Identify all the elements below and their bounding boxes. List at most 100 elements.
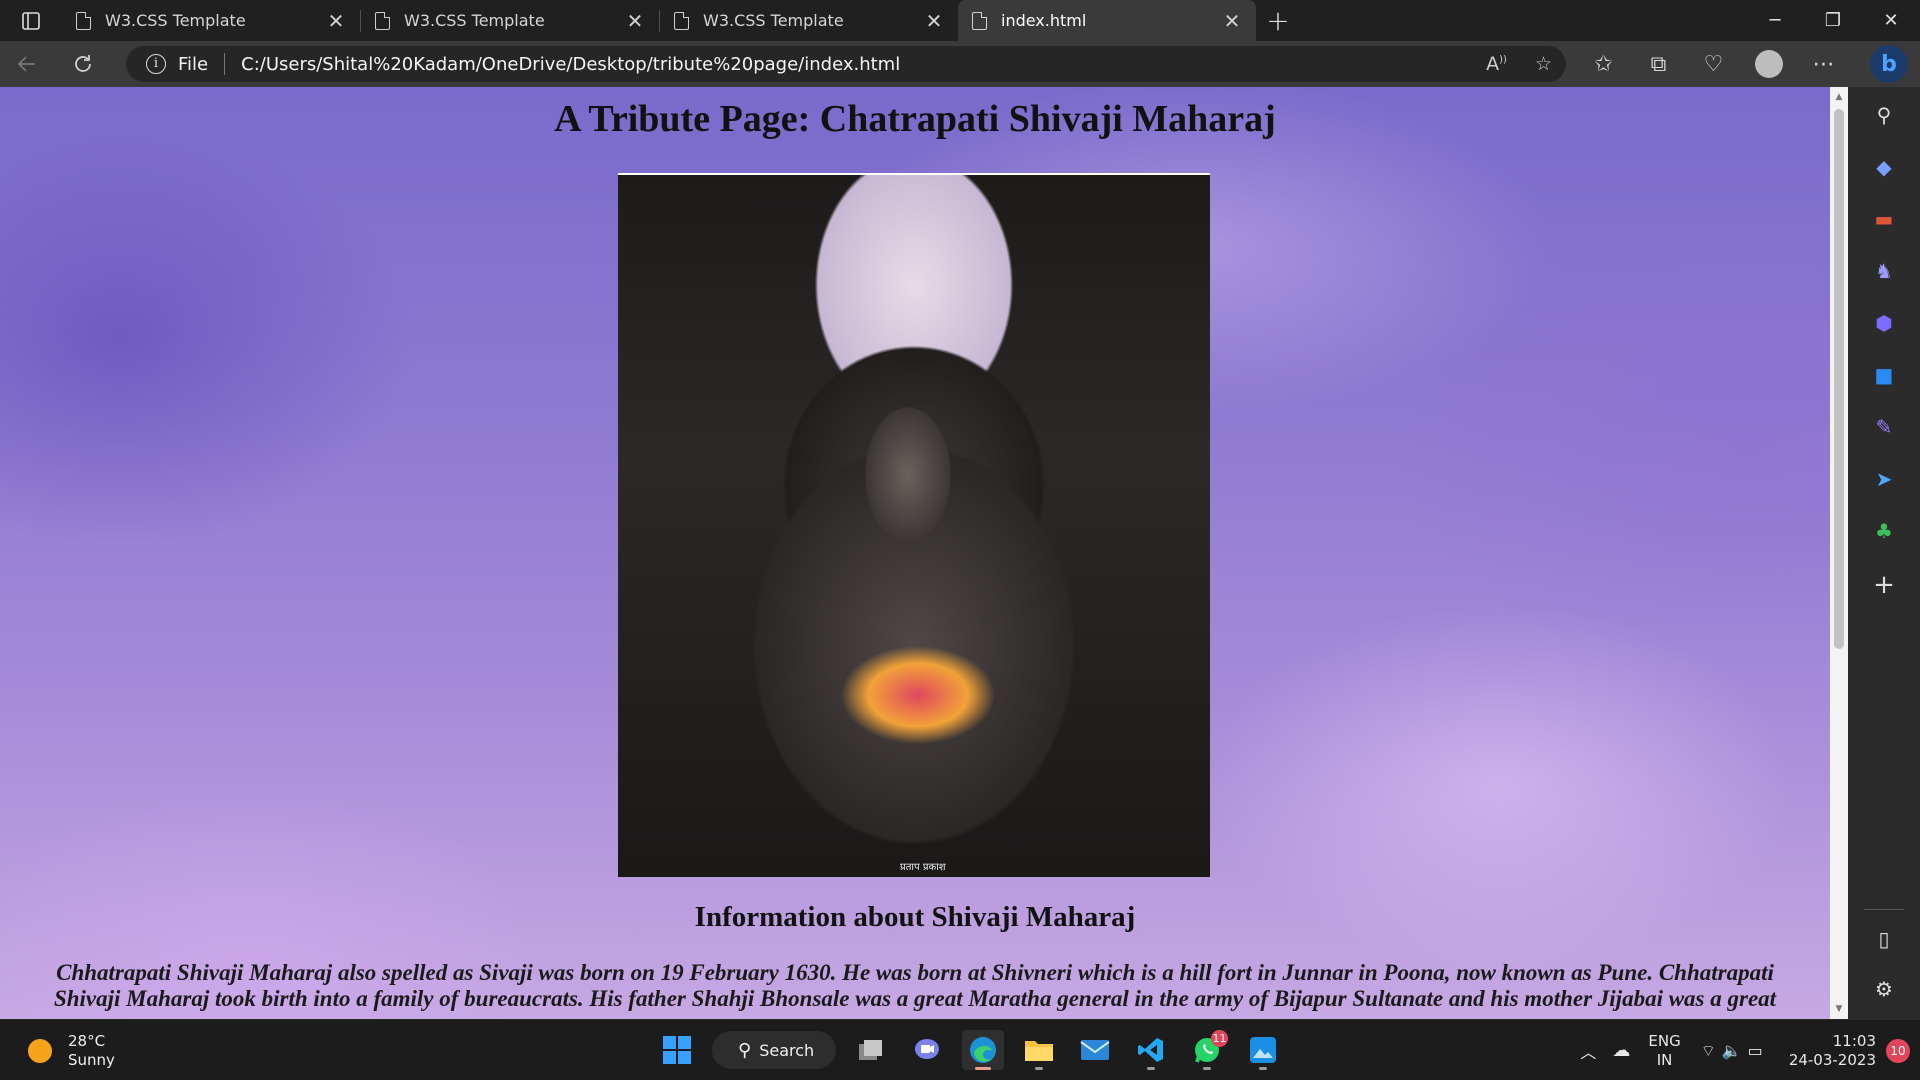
address-bar-actions: A)) ☆: [1486, 46, 1552, 82]
windows-taskbar: 28°C Sunny ⚲ Search 11 ︿ ☁ ENG IN ⌔🔈▭ 11…: [0, 1019, 1920, 1080]
language-line2: IN: [1656, 1050, 1673, 1069]
tab-close-icon[interactable]: ✕: [625, 9, 645, 33]
edge-sidebar: ⚲ ◆ ▬ ♞ ⬢ ■ ✎ ➤ ♣ + ▯ ⚙: [1848, 87, 1920, 1019]
browser-tab-4-active[interactable]: index.html ✕: [958, 0, 1256, 41]
more-menu-icon[interactable]: ⋯: [1796, 41, 1851, 87]
address-bar[interactable]: i File C:/Users/Shital%20Kadam/OneDrive/…: [126, 46, 1566, 82]
add-sidebar-app-icon[interactable]: +: [1872, 570, 1896, 600]
scroll-down-icon[interactable]: ▼: [1830, 1001, 1848, 1017]
tab-title: index.html: [1001, 11, 1087, 30]
browser-tab-1[interactable]: W3.CSS Template ✕: [62, 0, 360, 41]
address-separator: [224, 53, 226, 75]
microsoft-365-icon[interactable]: ⬢: [1872, 311, 1896, 335]
notification-count-badge[interactable]: 10: [1886, 1038, 1910, 1063]
avatar: [1754, 50, 1783, 78]
tab-title: W3.CSS Template: [105, 11, 246, 30]
taskbar-search[interactable]: ⚲ Search: [712, 1031, 836, 1069]
back-button[interactable]: [0, 41, 54, 87]
page-viewport: A Tribute Page: Chatrapati Shivaji Mahar…: [0, 87, 1830, 1019]
whatsapp-badge: 11: [1211, 1030, 1228, 1047]
games-icon[interactable]: ♞: [1872, 259, 1896, 283]
tree-icon[interactable]: ♣: [1872, 519, 1896, 543]
edge-icon: [970, 1037, 996, 1063]
profile-button[interactable]: [1741, 41, 1796, 87]
close-window-icon[interactable]: ✕: [1862, 0, 1920, 41]
browser-tab-2[interactable]: W3.CSS Template ✕: [361, 0, 659, 41]
clock[interactable]: 11:03 24-03-2023: [1789, 1032, 1876, 1070]
tab-actions-button[interactable]: [0, 0, 62, 41]
mail-icon: [1080, 1040, 1110, 1060]
start-button[interactable]: [656, 1030, 698, 1070]
photos-icon: [1250, 1037, 1276, 1063]
page-icon: [972, 11, 987, 30]
language-indicator[interactable]: ENG IN: [1648, 1032, 1680, 1070]
browser-essentials-icon[interactable]: ♡: [1686, 41, 1741, 87]
back-arrow-icon: [17, 56, 35, 72]
weather-widget[interactable]: 28°C Sunny: [28, 1032, 115, 1070]
tools-icon[interactable]: ▬: [1872, 207, 1896, 231]
settings-gear-icon[interactable]: ⚙: [1872, 977, 1896, 1001]
onedrive-cloud-icon[interactable]: ☁: [1612, 1040, 1630, 1061]
site-info-icon[interactable]: i: [146, 54, 166, 74]
weather-temperature: 28°C: [68, 1032, 106, 1050]
scrollbar-thumb[interactable]: [1834, 109, 1844, 649]
refresh-button[interactable]: [56, 41, 110, 87]
edge-taskbar-button[interactable]: [962, 1030, 1004, 1070]
section-title: Information about Shivaji Maharaj: [694, 901, 1136, 933]
tab-close-icon[interactable]: ✕: [924, 9, 944, 33]
language-line1: ENG: [1648, 1031, 1681, 1050]
taskbar-apps: ⚲ Search 11: [656, 1030, 1284, 1070]
whatsapp-button[interactable]: 11: [1186, 1030, 1228, 1070]
network-volume-battery-icons[interactable]: ⌔🔈▭: [1701, 1041, 1769, 1061]
task-view-button[interactable]: [850, 1030, 892, 1070]
bing-copilot-icon[interactable]: b: [1870, 45, 1908, 83]
vscode-button[interactable]: [1130, 1030, 1172, 1070]
send-icon[interactable]: ➤: [1872, 467, 1896, 491]
page-icon: [76, 11, 91, 30]
scroll-up-icon[interactable]: ▲: [1830, 89, 1848, 105]
clock-time: 11:03: [1832, 1031, 1876, 1050]
clock-date: 24-03-2023: [1788, 1050, 1876, 1069]
tab-actions-icon: [22, 11, 40, 30]
mail-button[interactable]: [1074, 1030, 1116, 1070]
outlook-icon[interactable]: ■: [1872, 363, 1896, 387]
collections-icon[interactable]: ⧉: [1631, 41, 1686, 87]
folder-icon: [1025, 1041, 1053, 1061]
window-controls: ─ ❐ ✕: [1746, 0, 1920, 41]
designer-icon[interactable]: ✎: [1872, 415, 1896, 439]
photos-app-button[interactable]: [1242, 1030, 1284, 1070]
tab-close-icon[interactable]: ✕: [1222, 9, 1242, 33]
read-aloud-icon[interactable]: A)): [1486, 53, 1507, 75]
search-icon[interactable]: ⚲: [1872, 103, 1896, 127]
browser-tab-3[interactable]: W3.CSS Template ✕: [660, 0, 958, 41]
favorites-icon[interactable]: ✩: [1576, 41, 1631, 87]
running-indicator: [1203, 1067, 1211, 1070]
tab-title: W3.CSS Template: [404, 11, 545, 30]
search-icon: ⚲: [738, 1039, 752, 1061]
running-indicator: [1147, 1067, 1155, 1070]
info-paragraph: Chhatrapati Shivaji Maharaj also spelled…: [53, 960, 1777, 1011]
page-icon: [674, 11, 689, 30]
active-indicator: [975, 1067, 991, 1070]
toolbar-icons: ✩ ⧉ ♡ ⋯: [1576, 41, 1851, 87]
file-explorer-button[interactable]: [1018, 1030, 1060, 1070]
new-tab-button[interactable]: +: [1256, 0, 1300, 41]
url-text[interactable]: C:/Users/Shital%20Kadam/OneDrive/Desktop…: [241, 54, 900, 75]
teams-chat-icon: [915, 1039, 939, 1059]
split-screen-icon[interactable]: ▯: [1872, 927, 1896, 951]
teams-chat-button[interactable]: [906, 1030, 948, 1070]
running-indicator: [1259, 1067, 1267, 1070]
shopping-tag-icon[interactable]: ◆: [1872, 155, 1896, 179]
refresh-icon: [75, 55, 91, 72]
show-hidden-icons-icon[interactable]: ︿: [1580, 1039, 1596, 1063]
shivaji-statue-image: प्रताप प्रकाश: [618, 173, 1210, 877]
windows-logo-icon: [663, 1036, 691, 1064]
restore-icon[interactable]: ❐: [1804, 0, 1862, 41]
browser-toolbar: i File C:/Users/Shital%20Kadam/OneDrive/…: [0, 41, 1920, 87]
add-favorite-icon[interactable]: ☆: [1535, 53, 1552, 75]
weather-condition: Sunny: [68, 1051, 115, 1069]
task-view-icon: [859, 1040, 882, 1060]
page-scrollbar[interactable]: ▲ ▼: [1830, 87, 1848, 1019]
minimize-icon[interactable]: ─: [1746, 0, 1804, 41]
tab-close-icon[interactable]: ✕: [326, 9, 346, 33]
